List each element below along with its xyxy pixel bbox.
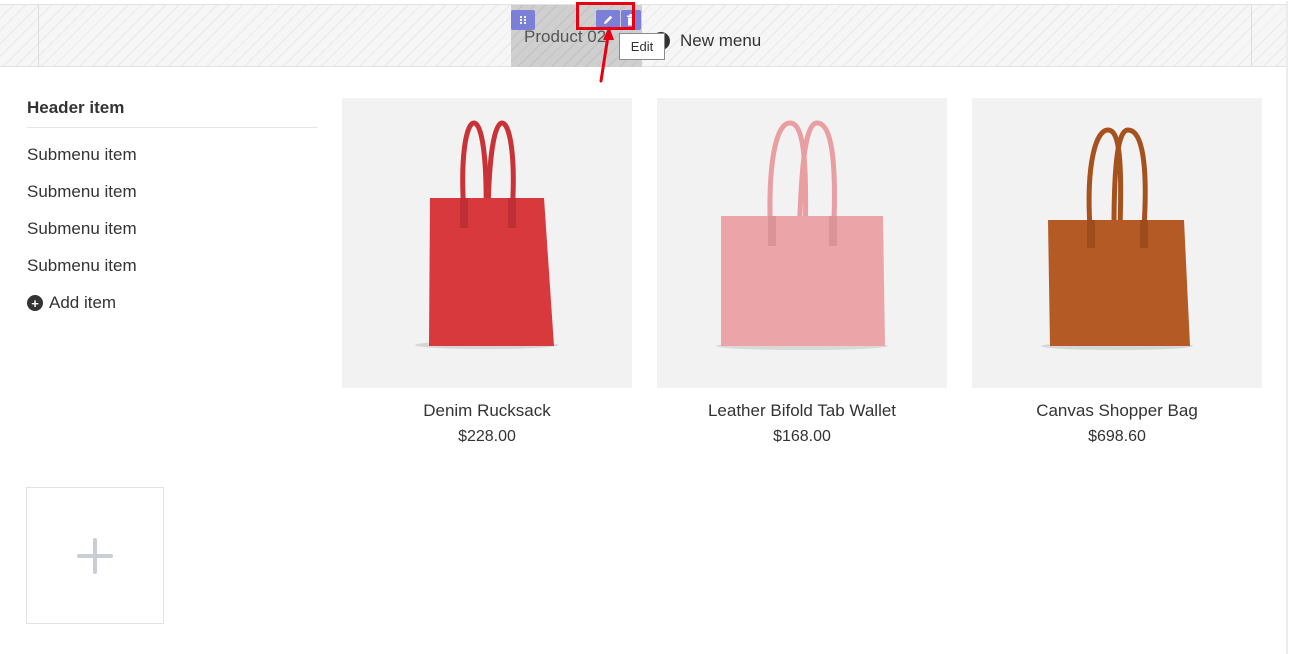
product-price: $168.00 — [773, 428, 831, 445]
product-card[interactable]: Leather Bifold Tab Wallet $168.00 — [657, 98, 947, 446]
submenu-item[interactable]: Submenu item — [27, 145, 318, 165]
product-name[interactable]: Denim Rucksack — [342, 401, 632, 421]
plus-circle-icon: + — [27, 295, 43, 311]
product-image[interactable] — [657, 98, 947, 388]
product-name[interactable]: Canvas Shopper Bag — [972, 401, 1262, 421]
add-item-label: Add item — [49, 293, 117, 312]
product-card[interactable]: Denim Rucksack $228.00 — [342, 98, 632, 446]
tote-bag-image — [415, 120, 559, 349]
product-price: $228.00 — [458, 428, 516, 445]
drag-handle-icon — [519, 15, 527, 25]
trash-icon — [627, 14, 635, 26]
edit-tooltip: Edit — [619, 33, 665, 60]
add-item-button[interactable]: + Add item — [27, 293, 318, 313]
page-right-edge — [1286, 1, 1288, 654]
drag-handle-button[interactable] — [511, 10, 535, 30]
annotation-arrow-icon — [599, 26, 614, 83]
tote-bag-image — [716, 120, 888, 350]
delete-button[interactable] — [621, 10, 641, 30]
product-image[interactable] — [342, 98, 632, 388]
submenu-item[interactable]: Submenu item — [27, 256, 318, 276]
menubar-left-guide — [38, 5, 39, 66]
product-image[interactable] — [972, 98, 1262, 388]
menubar-right-guide — [1251, 5, 1252, 66]
submenu-item[interactable]: Submenu item — [27, 219, 318, 239]
tote-bag-image — [1041, 127, 1193, 350]
plus-icon — [77, 537, 113, 574]
new-menu-label: New menu — [680, 31, 762, 50]
submenu-header[interactable]: Header item — [27, 98, 318, 128]
submenu-column: Header item Submenu item Submenu item Su… — [27, 98, 318, 313]
page: Product 02 + New menu Edi — [0, 0, 1291, 654]
new-menu-button[interactable]: + New menu — [652, 29, 761, 53]
product-name[interactable]: Leather Bifold Tab Wallet — [657, 401, 947, 421]
submenu-item[interactable]: Submenu item — [27, 182, 318, 202]
product-card[interactable]: Canvas Shopper Bag $698.60 — [972, 98, 1262, 446]
product-price: $698.60 — [1088, 428, 1146, 445]
add-block-button[interactable] — [26, 487, 164, 624]
